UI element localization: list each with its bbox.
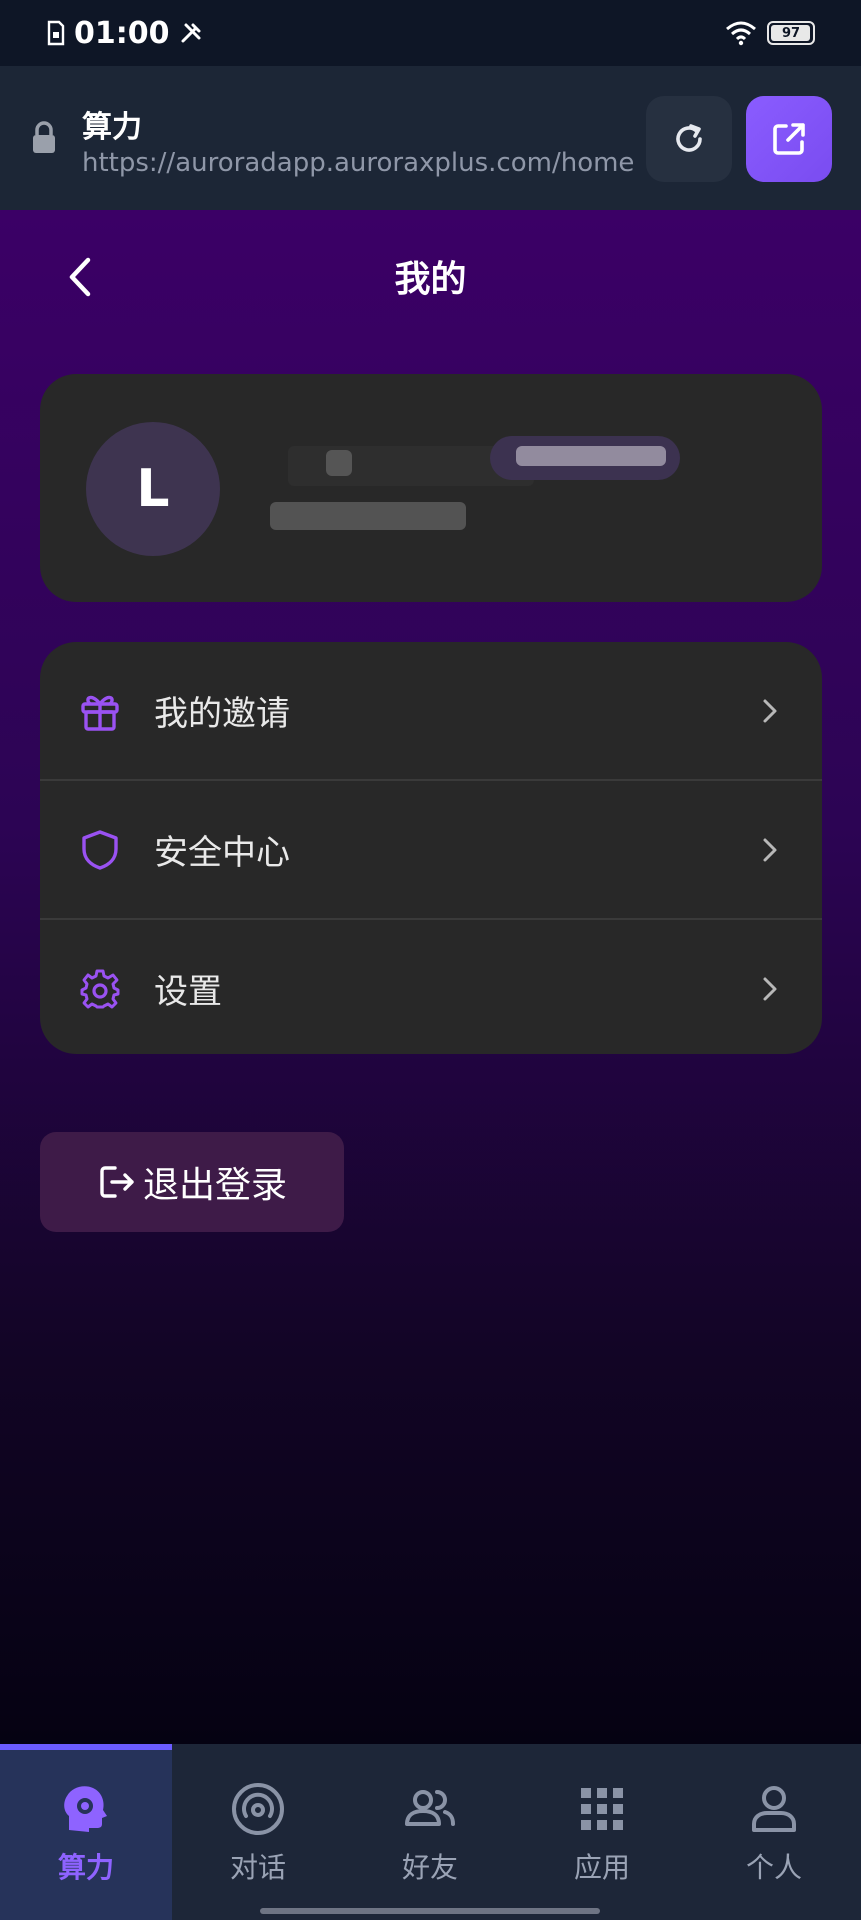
nav-item-chat[interactable]: 对话 (172, 1744, 344, 1920)
status-left: 01:00 (46, 16, 204, 51)
menu-item-security[interactable]: 安全中心 (40, 781, 822, 918)
chevron-right-icon (763, 977, 777, 1000)
reload-icon (676, 124, 702, 152)
nav-label: 好友 (401, 1851, 458, 1884)
reload-button[interactable] (646, 96, 732, 182)
battery-indicator: 97 (767, 21, 815, 45)
nav-item-compute[interactable]: 算力 (0, 1744, 172, 1920)
nav-item-friends[interactable]: 好友 (344, 1744, 516, 1920)
nav-label: 对话 (229, 1851, 286, 1884)
apps-grid-icon (581, 1788, 623, 1830)
redacted-block (326, 450, 352, 476)
page-content: 我的 L 我的邀请 安全中心 设置 退出登录 (0, 210, 861, 1744)
shield-icon (82, 829, 118, 870)
menu-card: 我的邀请 安全中心 设置 (40, 642, 822, 1054)
logout-icon (100, 1166, 134, 1198)
bottom-nav: 算力 对话 好友 应用 个人 (0, 1744, 861, 1920)
battery-percent: 97 (781, 25, 801, 41)
home-indicator (260, 1908, 600, 1914)
chevron-right-icon (763, 699, 777, 722)
gear-icon (80, 969, 120, 1008)
friends-icon (405, 1790, 455, 1826)
avatar: L (86, 422, 220, 556)
external-link-icon (773, 123, 805, 155)
wifi-icon (726, 21, 756, 46)
logout-label: 退出登录 (142, 1165, 287, 1206)
profile-card[interactable]: L (40, 374, 822, 602)
gift-icon (81, 695, 119, 731)
sim-icon (47, 20, 65, 46)
status-bar: 01:00 97 (0, 0, 861, 66)
nav-label: 应用 (573, 1851, 630, 1884)
nav-item-apps[interactable]: 应用 (516, 1744, 688, 1920)
chevron-right-icon (763, 838, 777, 861)
menu-item-label: 安全中心 (154, 833, 290, 873)
redacted-subtext (270, 502, 466, 530)
person-icon (752, 1786, 796, 1832)
page-title: 我的 (394, 259, 467, 300)
menu-item-settings[interactable]: 设置 (40, 920, 822, 1054)
redacted-badge-detail (516, 446, 666, 466)
menu-item-label: 设置 (154, 972, 222, 1012)
broadcast-icon (232, 1783, 284, 1835)
site-url[interactable]: https://auroradapp.auroraxplus.com/home (82, 148, 638, 178)
menu-item-label: 我的邀请 (154, 694, 290, 734)
ai-head-icon (64, 1786, 107, 1832)
nav-label: 算力 (57, 1851, 114, 1884)
lock-icon (33, 121, 55, 153)
status-right: 97 (725, 20, 815, 46)
nav-label: 个人 (745, 1851, 802, 1884)
logout-button[interactable]: 退出登录 (40, 1132, 344, 1232)
site-title: 算力 (82, 110, 142, 145)
open-external-button[interactable] (746, 96, 832, 182)
tools-icon (181, 23, 200, 43)
menu-item-invitation[interactable]: 我的邀请 (40, 642, 822, 779)
status-time: 01:00 (74, 15, 170, 51)
nav-item-profile[interactable]: 个人 (688, 1744, 860, 1920)
